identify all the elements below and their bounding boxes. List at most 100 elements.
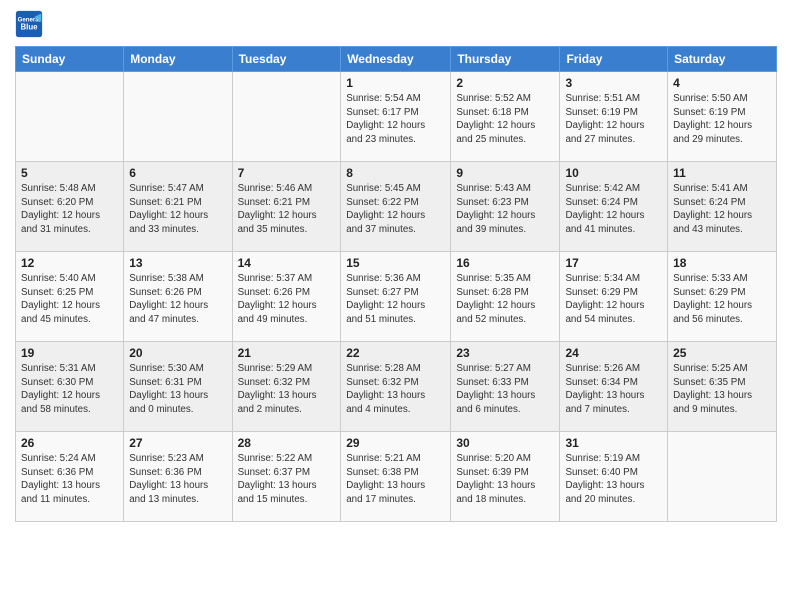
weekday-header-wednesday: Wednesday xyxy=(341,47,451,72)
day-info: Sunrise: 5:40 AM Sunset: 6:25 PM Dayligh… xyxy=(21,272,118,327)
calendar-cell: 12 Sunrise: 5:40 AM Sunset: 6:25 PM Dayli… xyxy=(16,252,124,342)
weekday-header-thursday: Thursday xyxy=(451,47,560,72)
day-number: 22 xyxy=(346,346,445,360)
day-number: 7 xyxy=(238,166,336,180)
calendar-cell: 23 Sunrise: 5:27 AM Sunset: 6:33 PM Dayli… xyxy=(451,342,560,432)
day-info: Sunrise: 5:46 AM Sunset: 6:21 PM Dayligh… xyxy=(238,182,336,237)
calendar-cell xyxy=(232,72,341,162)
day-info: Sunrise: 5:19 AM Sunset: 6:40 PM Dayligh… xyxy=(565,452,662,507)
day-info: Sunrise: 5:36 AM Sunset: 6:27 PM Dayligh… xyxy=(346,272,445,327)
calendar-cell xyxy=(668,432,777,522)
day-number: 11 xyxy=(673,166,771,180)
day-number: 27 xyxy=(129,436,226,450)
day-number: 10 xyxy=(565,166,662,180)
day-info: Sunrise: 5:22 AM Sunset: 6:37 PM Dayligh… xyxy=(238,452,336,507)
calendar-cell: 31 Sunrise: 5:19 AM Sunset: 6:40 PM Dayli… xyxy=(560,432,668,522)
calendar-cell: 4 Sunrise: 5:50 AM Sunset: 6:19 PM Daylig… xyxy=(668,72,777,162)
calendar-cell: 18 Sunrise: 5:33 AM Sunset: 6:29 PM Dayli… xyxy=(668,252,777,342)
day-number: 3 xyxy=(565,76,662,90)
day-info: Sunrise: 5:42 AM Sunset: 6:24 PM Dayligh… xyxy=(565,182,662,237)
day-info: Sunrise: 5:20 AM Sunset: 6:39 PM Dayligh… xyxy=(456,452,554,507)
day-number: 18 xyxy=(673,256,771,270)
day-info: Sunrise: 5:23 AM Sunset: 6:36 PM Dayligh… xyxy=(129,452,226,507)
day-info: Sunrise: 5:33 AM Sunset: 6:29 PM Dayligh… xyxy=(673,272,771,327)
page-header: General Blue xyxy=(15,10,777,38)
logo-icon: General Blue xyxy=(15,10,43,38)
calendar-cell xyxy=(124,72,232,162)
calendar-cell: 22 Sunrise: 5:28 AM Sunset: 6:32 PM Dayli… xyxy=(341,342,451,432)
day-number: 31 xyxy=(565,436,662,450)
day-info: Sunrise: 5:24 AM Sunset: 6:36 PM Dayligh… xyxy=(21,452,118,507)
day-number: 28 xyxy=(238,436,336,450)
day-number: 6 xyxy=(129,166,226,180)
calendar-cell: 27 Sunrise: 5:23 AM Sunset: 6:36 PM Dayli… xyxy=(124,432,232,522)
day-info: Sunrise: 5:28 AM Sunset: 6:32 PM Dayligh… xyxy=(346,362,445,417)
calendar-cell xyxy=(16,72,124,162)
day-info: Sunrise: 5:52 AM Sunset: 6:18 PM Dayligh… xyxy=(456,92,554,147)
calendar-cell: 26 Sunrise: 5:24 AM Sunset: 6:36 PM Dayli… xyxy=(16,432,124,522)
day-number: 19 xyxy=(21,346,118,360)
day-info: Sunrise: 5:45 AM Sunset: 6:22 PM Dayligh… xyxy=(346,182,445,237)
calendar-cell: 17Sunrise: 5:34 AM Sunset: 6:29 PM Dayli… xyxy=(560,252,668,342)
day-number: 15 xyxy=(346,256,445,270)
calendar-cell: 14 Sunrise: 5:37 AM Sunset: 6:26 PM Dayli… xyxy=(232,252,341,342)
day-number: 9 xyxy=(456,166,554,180)
day-number: 29 xyxy=(346,436,445,450)
day-number: 21 xyxy=(238,346,336,360)
day-number: 26 xyxy=(21,436,118,450)
calendar-cell: 5 Sunrise: 5:48 AM Sunset: 6:20 PM Daylig… xyxy=(16,162,124,252)
weekday-header-sunday: Sunday xyxy=(16,47,124,72)
day-info: Sunrise: 5:38 AM Sunset: 6:26 PM Dayligh… xyxy=(129,272,226,327)
day-number: 25 xyxy=(673,346,771,360)
weekday-header-tuesday: Tuesday xyxy=(232,47,341,72)
day-info: Sunrise: 5:34 AM Sunset: 6:29 PM Dayligh… xyxy=(565,272,662,327)
calendar-cell: 13 Sunrise: 5:38 AM Sunset: 6:26 PM Dayli… xyxy=(124,252,232,342)
calendar-cell: 19 Sunrise: 5:31 AM Sunset: 6:30 PM Dayli… xyxy=(16,342,124,432)
calendar-cell: 28 Sunrise: 5:22 AM Sunset: 6:37 PM Dayli… xyxy=(232,432,341,522)
calendar-cell: 6 Sunrise: 5:47 AM Sunset: 6:21 PM Daylig… xyxy=(124,162,232,252)
calendar-cell: 10 Sunrise: 5:42 AM Sunset: 6:24 PM Dayli… xyxy=(560,162,668,252)
calendar-cell: 30 Sunrise: 5:20 AM Sunset: 6:39 PM Dayli… xyxy=(451,432,560,522)
calendar-cell: 21 Sunrise: 5:29 AM Sunset: 6:32 PM Dayli… xyxy=(232,342,341,432)
calendar-cell: 24 Sunrise: 5:26 AM Sunset: 6:34 PM Dayli… xyxy=(560,342,668,432)
day-number: 5 xyxy=(21,166,118,180)
day-number: 1 xyxy=(346,76,445,90)
calendar-cell: 7 Sunrise: 5:46 AM Sunset: 6:21 PM Daylig… xyxy=(232,162,341,252)
day-info: Sunrise: 5:30 AM Sunset: 6:31 PM Dayligh… xyxy=(129,362,226,417)
day-info: Sunrise: 5:37 AM Sunset: 6:26 PM Dayligh… xyxy=(238,272,336,327)
calendar-cell: 25Sunrise: 5:25 AM Sunset: 6:35 PM Dayli… xyxy=(668,342,777,432)
logo: General Blue xyxy=(15,10,47,38)
day-number: 12 xyxy=(21,256,118,270)
calendar-cell: 29 Sunrise: 5:21 AM Sunset: 6:38 PM Dayli… xyxy=(341,432,451,522)
day-info: Sunrise: 5:27 AM Sunset: 6:33 PM Dayligh… xyxy=(456,362,554,417)
weekday-header-friday: Friday xyxy=(560,47,668,72)
calendar-cell: 16 Sunrise: 5:35 AM Sunset: 6:28 PM Dayli… xyxy=(451,252,560,342)
day-number: 13 xyxy=(129,256,226,270)
day-number: 14 xyxy=(238,256,336,270)
day-number: 30 xyxy=(456,436,554,450)
day-info: Sunrise: 5:43 AM Sunset: 6:23 PM Dayligh… xyxy=(456,182,554,237)
day-info: Sunrise: 5:50 AM Sunset: 6:19 PM Dayligh… xyxy=(673,92,771,147)
day-info: Sunrise: 5:31 AM Sunset: 6:30 PM Dayligh… xyxy=(21,362,118,417)
calendar-cell: 2 Sunrise: 5:52 AM Sunset: 6:18 PM Daylig… xyxy=(451,72,560,162)
day-info: Sunrise: 5:26 AM Sunset: 6:34 PM Dayligh… xyxy=(565,362,662,417)
day-info: Sunrise: 5:48 AM Sunset: 6:20 PM Dayligh… xyxy=(21,182,118,237)
day-number: 4 xyxy=(673,76,771,90)
day-number: 24 xyxy=(565,346,662,360)
calendar-cell: 11Sunrise: 5:41 AM Sunset: 6:24 PM Dayli… xyxy=(668,162,777,252)
day-number: 16 xyxy=(456,256,554,270)
weekday-header-monday: Monday xyxy=(124,47,232,72)
day-info: Sunrise: 5:54 AM Sunset: 6:17 PM Dayligh… xyxy=(346,92,445,147)
day-number: 2 xyxy=(456,76,554,90)
day-info: Sunrise: 5:35 AM Sunset: 6:28 PM Dayligh… xyxy=(456,272,554,327)
day-info: Sunrise: 5:29 AM Sunset: 6:32 PM Dayligh… xyxy=(238,362,336,417)
day-info: Sunrise: 5:51 AM Sunset: 6:19 PM Dayligh… xyxy=(565,92,662,147)
svg-text:Blue: Blue xyxy=(20,22,38,31)
day-number: 23 xyxy=(456,346,554,360)
day-info: Sunrise: 5:21 AM Sunset: 6:38 PM Dayligh… xyxy=(346,452,445,507)
day-info: Sunrise: 5:47 AM Sunset: 6:21 PM Dayligh… xyxy=(129,182,226,237)
calendar-table: SundayMondayTuesdayWednesdayThursdayFrid… xyxy=(15,46,777,522)
day-number: 8 xyxy=(346,166,445,180)
calendar-cell: 20Sunrise: 5:30 AM Sunset: 6:31 PM Dayli… xyxy=(124,342,232,432)
calendar-cell: 1 Sunrise: 5:54 AM Sunset: 6:17 PM Daylig… xyxy=(341,72,451,162)
